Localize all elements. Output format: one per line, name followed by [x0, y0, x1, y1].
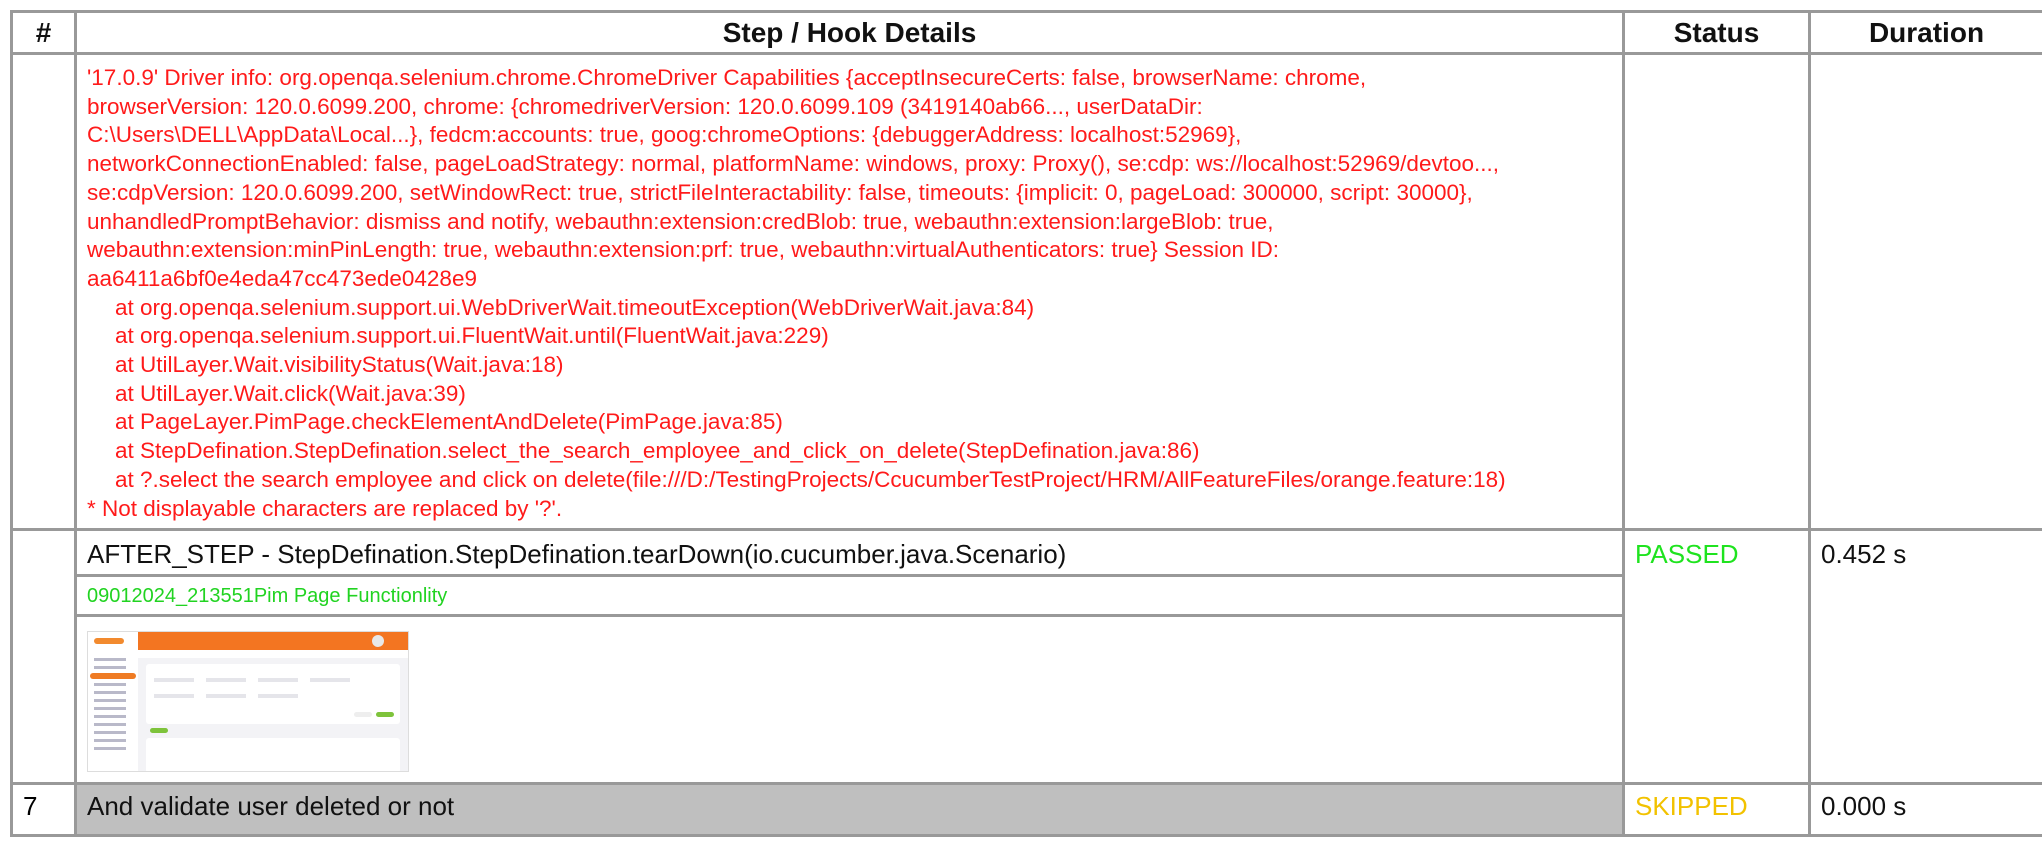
stack-line: at PageLayer.PimPage.checkElementAndDele…: [115, 409, 783, 435]
error-line: se:cdpVersion: 120.0.6099.200, setWindow…: [87, 179, 1473, 205]
screenshot-embed: [77, 617, 1622, 782]
thumb-nav-item: [94, 707, 126, 711]
thumb-filter-card: [146, 664, 400, 725]
stack-line: at UtilLayer.Wait.visibilityStatus(Wait.…: [115, 352, 564, 378]
table-header-row: # Step / Hook Details Status Duration: [10, 10, 2042, 55]
thumb-field: [154, 678, 194, 683]
hook-num-cell: [10, 528, 77, 786]
thumb-sidebar: [88, 632, 139, 772]
error-duration-cell: [1808, 51, 2042, 532]
error-row: '17.0.9' Driver info: org.openqa.seleniu…: [10, 51, 2042, 532]
error-cell: '17.0.9' Driver info: org.openqa.seleniu…: [74, 51, 1625, 532]
thumb-nav-item: [94, 658, 126, 662]
hook-row: AFTER_STEP - StepDefination.StepDefinati…: [10, 528, 2042, 786]
thumb-results-card: [146, 738, 400, 772]
stack-line: at org.openqa.selenium.support.ui.WebDri…: [115, 294, 1035, 320]
thumb-nav-item: [94, 731, 126, 735]
thumb-nav-item: [94, 691, 126, 695]
embed-name-link[interactable]: 09012024_213551Pim Page Functionlity: [77, 574, 1622, 618]
table-row: 7 And validate user deleted or not SKIPP…: [10, 782, 2042, 838]
stack-line: at UtilLayer.Wait.click(Wait.java:39): [115, 380, 466, 406]
error-line: browserVersion: 120.0.6099.200, chrome: …: [87, 93, 1203, 119]
thumb-topbar: [138, 632, 408, 651]
thumb-field: [258, 694, 298, 699]
hook-title: AFTER_STEP - StepDefination.StepDefinati…: [87, 539, 1067, 570]
error-line: unhandledPromptBehavior: dismiss and not…: [87, 208, 1274, 234]
thumb-field: [310, 678, 350, 683]
header-step: Step / Hook Details: [74, 10, 1625, 55]
thumb-nav-item: [94, 747, 126, 751]
error-line: networkConnectionEnabled: false, pageLoa…: [87, 151, 1499, 177]
error-line: aa6411a6bf0e4eda47cc473ede0428e9: [87, 265, 477, 291]
thumb-nav-item: [94, 699, 126, 703]
step-text: And validate user deleted or not: [74, 782, 1625, 838]
error-footer: * Not displayable characters are replace…: [87, 495, 563, 521]
step-number: 7: [10, 782, 77, 838]
thumb-main: [138, 658, 408, 772]
hook-duration-cell: 0.452 s: [1808, 528, 2042, 786]
step-status-badge: SKIPPED: [1635, 791, 1748, 822]
thumb-nav-item: [94, 666, 126, 670]
hook-cell: AFTER_STEP - StepDefination.StepDefinati…: [74, 528, 1625, 786]
hook-duration: 0.452 s: [1821, 539, 1907, 570]
thumb-field: [206, 694, 246, 699]
hook-status-cell: PASSED: [1622, 528, 1811, 786]
thumb-nav-item-active: [90, 673, 136, 680]
header-num: #: [10, 10, 77, 55]
screenshot-thumbnail[interactable]: [87, 631, 409, 773]
steps-table: # Step / Hook Details Status Duration '1…: [10, 10, 2042, 838]
thumb-reset-button: [354, 712, 372, 718]
thumb-field: [206, 678, 246, 683]
thumb-field: [258, 678, 298, 683]
stack-line: at StepDefination.StepDefination.select_…: [115, 438, 1200, 464]
thumb-avatar: [372, 635, 384, 648]
error-line: C:\Users\DELL\AppData\Local...}, fedcm:a…: [87, 122, 1242, 148]
thumb-nav-item: [94, 739, 126, 743]
thumb-nav-item: [94, 715, 126, 719]
step-duration: 0.000 s: [1821, 791, 1907, 822]
stack-line: at ?.select the search employee and clic…: [115, 466, 1506, 492]
hook-status-badge: PASSED: [1635, 539, 1739, 570]
thumb-nav-item: [94, 683, 126, 687]
thumb-search-button: [376, 712, 394, 718]
step-status-cell: SKIPPED: [1622, 782, 1811, 838]
error-line: '17.0.9' Driver info: org.openqa.seleniu…: [87, 65, 1367, 90]
thumb-field: [154, 694, 194, 699]
header-status: Status: [1622, 10, 1811, 55]
error-num-cell: [10, 51, 77, 532]
stack-line: at org.openqa.selenium.support.ui.Fluent…: [115, 323, 829, 349]
thumb-logo: [94, 638, 124, 645]
error-line: webauthn:extension:minPinLength: true, w…: [87, 237, 1279, 263]
thumb-add-button: [150, 728, 168, 734]
step-duration-cell: 0.000 s: [1808, 782, 2042, 838]
thumb-nav-item: [94, 723, 126, 727]
error-message: '17.0.9' Driver info: org.openqa.seleniu…: [77, 55, 1622, 528]
header-duration: Duration: [1808, 10, 2042, 55]
error-status-cell: [1622, 51, 1811, 532]
